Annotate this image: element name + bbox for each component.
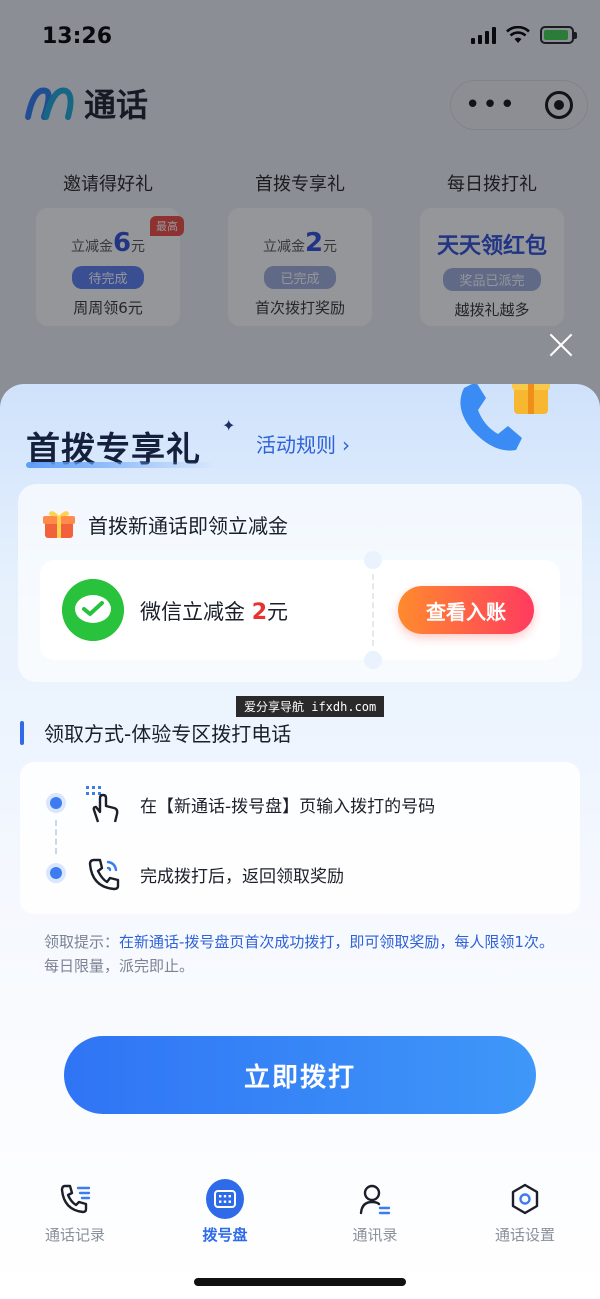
close-icon[interactable] xyxy=(546,330,576,360)
gift-icon xyxy=(43,511,75,538)
step-item: 在【新通话-拨号盘】页输入拨打的号码 xyxy=(20,778,580,828)
title-underline xyxy=(26,462,216,468)
watermark: 爱分享导航 ifxdh.com xyxy=(236,696,385,717)
phone-gift-icon xyxy=(460,384,550,451)
reward-header: 首拨新通话即领立减金 xyxy=(42,508,288,540)
phone-call-icon xyxy=(88,858,120,891)
tab-bar: 通话记录 拨号盘 通讯录 通话设置 xyxy=(0,1160,600,1260)
step-text: 在【新通话-拨号盘】页输入拨打的号码 xyxy=(140,797,436,817)
view-account-button[interactable]: 查看入账 xyxy=(398,586,534,634)
first-dial-sheet: 首拨专享礼 ✦ 活动规则 › 首拨新通话即领立减金 微信立减金 2元 查看入账 … xyxy=(0,384,600,1299)
tab-label: 通话设置 xyxy=(494,1226,555,1244)
contacts-icon xyxy=(356,1180,394,1218)
activity-rules-link[interactable]: 活动规则 › xyxy=(256,429,350,458)
coupon-label: 微信立减金 2元 xyxy=(140,600,288,625)
tab-label: 通讯录 xyxy=(352,1226,398,1244)
tab-label: 通话记录 xyxy=(44,1226,105,1244)
dialpad-icon xyxy=(206,1179,244,1219)
tab-call-log[interactable]: 通话记录 xyxy=(0,1160,150,1260)
reward-header-text: 首拨新通话即领立减金 xyxy=(88,513,288,538)
rules-label: 活动规则 xyxy=(256,433,336,457)
tab-label: 拨号盘 xyxy=(202,1226,248,1244)
coupon-divider xyxy=(372,574,374,646)
tab-call-settings[interactable]: 通话设置 xyxy=(450,1160,600,1260)
step-dot xyxy=(50,867,62,879)
claim-method-title: 领取方式-体验专区拨打电话 xyxy=(44,722,292,746)
chevron-right-icon: › xyxy=(342,433,350,457)
tap-dialpad-icon xyxy=(86,786,119,823)
reward-card: 首拨新通话即领立减金 微信立减金 2元 查看入账 xyxy=(18,484,582,682)
step-text: 完成拨打后，返回领取奖励 xyxy=(140,867,344,887)
dial-now-button[interactable]: 立即拨打 xyxy=(64,1036,536,1114)
tab-contacts[interactable]: 通讯录 xyxy=(300,1160,450,1260)
step-dot xyxy=(50,797,62,809)
steps-card: 在【新通话-拨号盘】页输入拨打的号码 完成拨打后，返回领取奖励 xyxy=(20,762,580,914)
section-bar xyxy=(20,720,24,745)
wechat-pay-icon xyxy=(62,579,124,641)
coupon-amount: 2 xyxy=(251,600,267,625)
home-indicator xyxy=(194,1278,406,1286)
tab-dialpad[interactable]: 拨号盘 xyxy=(150,1160,300,1260)
tips-highlight: 在新通话-拨号盘页首次成功拨打，即可领取奖励，每人限领1次。 xyxy=(119,933,554,951)
claim-method-header: 领取方式-体验专区拨打电话 xyxy=(20,718,291,747)
sparkle-icon: ✦ xyxy=(222,416,236,435)
coupon: 微信立减金 2元 查看入账 xyxy=(40,551,560,669)
phone-log-icon xyxy=(56,1180,94,1218)
claim-tips: 领取提示：在新通话-拨号盘页首次成功拨打，即可领取奖励，每人限领1次。每日限量，… xyxy=(44,933,554,975)
settings-icon xyxy=(506,1180,544,1218)
step-item: 完成拨打后，返回领取奖励 xyxy=(20,848,580,898)
